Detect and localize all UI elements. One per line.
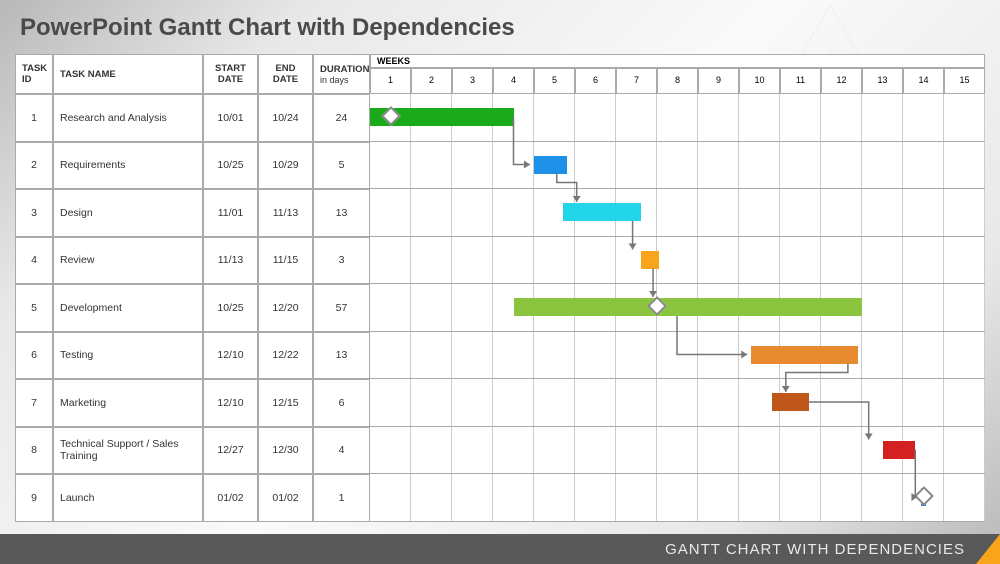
week-header-4: 4 (493, 68, 534, 94)
task-row: 3Design11/0111/1313 (15, 189, 985, 237)
cell-start: 12/27 (203, 427, 258, 475)
gantt-bar (641, 251, 659, 269)
cell-name: Testing (53, 332, 203, 380)
cell-name: Design (53, 189, 203, 237)
cell-id: 8 (15, 427, 53, 475)
week-header-7: 7 (616, 68, 657, 94)
cell-end: 12/15 (258, 379, 313, 427)
gantt-chart: TASK ID TASK NAME START DATE END DATE DU… (15, 54, 985, 522)
timeline-cell (370, 474, 985, 522)
footer-bar: GANTT CHART WITH DEPENDENCIES (0, 534, 1000, 564)
cell-end: 12/20 (258, 284, 313, 332)
cell-name: Requirements (53, 142, 203, 190)
cell-duration: 4 (313, 427, 370, 475)
week-header-2: 2 (411, 68, 452, 94)
cell-duration: 6 (313, 379, 370, 427)
cell-end: 10/24 (258, 94, 313, 142)
cell-start: 10/25 (203, 142, 258, 190)
cell-start: 11/01 (203, 189, 258, 237)
timeline-cell (370, 142, 985, 190)
cell-duration: 13 (313, 189, 370, 237)
gantt-bar (751, 346, 858, 364)
task-row: 8Technical Support / Sales Training12/27… (15, 427, 985, 475)
task-row: 5Development10/2512/2057 (15, 284, 985, 332)
gantt-bar (772, 393, 809, 411)
week-header-10: 10 (739, 68, 780, 94)
cell-duration: 5 (313, 142, 370, 190)
timeline-cell (370, 189, 985, 237)
cell-id: 5 (15, 284, 53, 332)
cell-duration: 1 (313, 474, 370, 522)
footer-accent-icon (976, 534, 1000, 564)
timeline-cell (370, 427, 985, 475)
task-row: 9Launch01/0201/021 (15, 474, 985, 522)
cell-start: 01/02 (203, 474, 258, 522)
cell-duration: 3 (313, 237, 370, 285)
week-header-1: 1 (370, 68, 411, 94)
cell-id: 1 (15, 94, 53, 142)
cell-name: Marketing (53, 379, 203, 427)
cell-end: 01/02 (258, 474, 313, 522)
cell-id: 7 (15, 379, 53, 427)
week-header-11: 11 (780, 68, 821, 94)
cell-id: 4 (15, 237, 53, 285)
week-header-12: 12 (821, 68, 862, 94)
task-row: 4Review11/1311/153 (15, 237, 985, 285)
cell-end: 12/22 (258, 332, 313, 380)
header-end-date: END DATE (258, 54, 313, 94)
task-row: 6Testing12/1012/2213 (15, 332, 985, 380)
header-start-date: START DATE (203, 54, 258, 94)
cell-start: 11/13 (203, 237, 258, 285)
week-header-8: 8 (657, 68, 698, 94)
cell-end: 12/30 (258, 427, 313, 475)
week-header-3: 3 (452, 68, 493, 94)
cell-name: Development (53, 284, 203, 332)
cell-name: Launch (53, 474, 203, 522)
cell-end: 10/29 (258, 142, 313, 190)
header-task-id: TASK ID (15, 54, 53, 94)
task-row: 7Marketing12/1012/156 (15, 379, 985, 427)
timeline-cell (370, 332, 985, 380)
timeline-cell (370, 237, 985, 285)
week-header-15: 15 (944, 68, 985, 94)
cell-id: 2 (15, 142, 53, 190)
gantt-bar (563, 203, 641, 221)
header-weeks-label: WEEKS (370, 54, 985, 68)
week-header-13: 13 (862, 68, 903, 94)
timeline-cell (370, 284, 985, 332)
gantt-bar (534, 156, 567, 174)
cell-id: 3 (15, 189, 53, 237)
week-header-14: 14 (903, 68, 944, 94)
gantt-bar (883, 441, 916, 459)
cell-duration: 57 (313, 284, 370, 332)
timeline-cell (370, 94, 985, 142)
cell-duration: 13 (313, 332, 370, 380)
week-header-6: 6 (575, 68, 616, 94)
cell-id: 9 (15, 474, 53, 522)
cell-start: 10/25 (203, 284, 258, 332)
footer-text: GANTT CHART WITH DEPENDENCIES (665, 541, 965, 558)
task-row: 2Requirements10/2510/295 (15, 142, 985, 190)
task-row: 1Research and Analysis10/0110/2424 (15, 94, 985, 142)
cell-name: Research and Analysis (53, 94, 203, 142)
week-header-5: 5 (534, 68, 575, 94)
cell-name: Review (53, 237, 203, 285)
cell-name: Technical Support / Sales Training (53, 427, 203, 475)
cell-id: 6 (15, 332, 53, 380)
timeline-cell (370, 379, 985, 427)
cell-start: 12/10 (203, 379, 258, 427)
cell-start: 10/01 (203, 94, 258, 142)
cell-end: 11/15 (258, 237, 313, 285)
gantt-bar (514, 298, 863, 316)
header-row: TASK ID TASK NAME START DATE END DATE DU… (15, 54, 985, 94)
week-header-9: 9 (698, 68, 739, 94)
header-task-name: TASK NAME (53, 54, 203, 94)
cell-duration: 24 (313, 94, 370, 142)
header-duration: DURATIONin days (313, 54, 370, 94)
cell-end: 11/13 (258, 189, 313, 237)
header-week-numbers: 123456789101112131415 (370, 68, 985, 94)
cell-start: 12/10 (203, 332, 258, 380)
